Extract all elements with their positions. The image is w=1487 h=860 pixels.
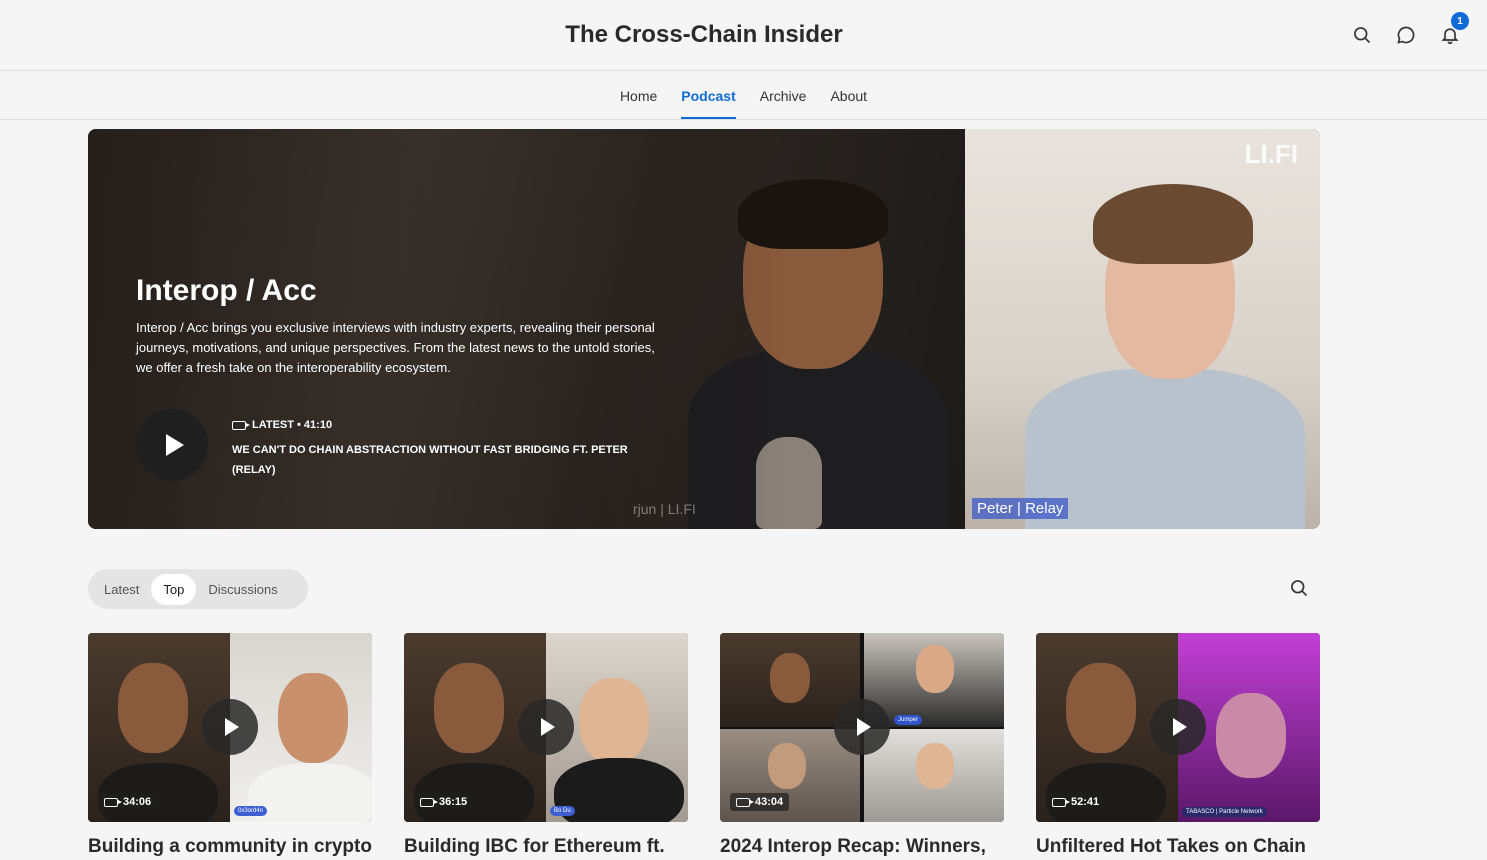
host-name-tag: rjun | LI.FI xyxy=(633,501,696,517)
duration-badge: 52:41 xyxy=(1046,793,1106,811)
notifications-button[interactable]: 1 xyxy=(1437,12,1469,48)
duration-text: 34:06 xyxy=(123,796,152,808)
search-button[interactable] xyxy=(1349,22,1375,48)
episode-grid: 0x3ord4n 34:06 Building a community in c… xyxy=(88,633,1320,858)
play-icon xyxy=(1173,718,1187,736)
latest-episode-info[interactable]: LATEST • 41:10 We can't do chain abstrac… xyxy=(232,419,632,480)
duration-text: 43:04 xyxy=(755,796,784,808)
episode-filter: Latest Top Discussions xyxy=(88,569,308,609)
search-icon xyxy=(1291,580,1308,597)
search-icon xyxy=(1354,27,1371,44)
guest-face xyxy=(916,645,954,693)
tab-home[interactable]: Home xyxy=(620,71,657,119)
site-title[interactable]: The Cross-Chain Insider xyxy=(0,21,1408,49)
main-nav: Home Podcast Archive About xyxy=(0,71,1487,120)
hero-banner[interactable]: LI.FI rjun | LI.FI Peter | Relay Interop… xyxy=(88,129,1320,529)
podcast-description: Interop / Acc brings you exclusive inter… xyxy=(136,320,655,375)
duration-badge: 43:04 xyxy=(730,793,790,811)
guest-shirt xyxy=(248,763,372,822)
notification-badge: 1 xyxy=(1451,12,1469,30)
guest-hair xyxy=(1093,184,1253,264)
play-icon xyxy=(165,434,184,456)
episode-thumbnail[interactable]: 0x3ord4n 34:06 xyxy=(88,633,372,822)
video-camera-icon xyxy=(1052,797,1070,807)
play-button[interactable] xyxy=(518,699,574,755)
episode-card[interactable]: 0x3ord4n 34:06 Building a community in c… xyxy=(88,633,372,858)
episode-title[interactable]: 2024 Interop Recap: Winners, xyxy=(720,836,1004,858)
episode-thumbnail[interactable]: Bo Du 36:15 xyxy=(404,633,688,822)
guest-tag: 0x3ord4n xyxy=(234,806,268,816)
lifi-logo: LI.FI xyxy=(1244,139,1298,169)
guest-tag: TABASCO | Particle Network xyxy=(1182,807,1267,817)
episode-title[interactable]: Building a community in crypto xyxy=(88,836,372,858)
guest-tag: Bo Du xyxy=(550,806,575,816)
host-face xyxy=(1066,663,1136,753)
video-camera-icon xyxy=(232,420,250,430)
top-bar: The Cross-Chain Insider 1 xyxy=(0,0,1487,71)
tab-podcast[interactable]: Podcast xyxy=(681,71,736,119)
video-camera-icon xyxy=(736,797,754,807)
filter-top[interactable]: Top xyxy=(151,573,197,605)
hero-play-button[interactable] xyxy=(136,409,208,481)
guest-face xyxy=(278,673,348,763)
host-face xyxy=(118,663,188,753)
filter-latest[interactable]: Latest xyxy=(92,574,151,605)
video-camera-icon xyxy=(420,797,438,807)
duration-badge: 36:15 xyxy=(414,793,474,811)
episode-thumbnail[interactable]: TABASCO | Particle Network 52:41 xyxy=(1036,633,1320,822)
top-actions: 1 xyxy=(1349,12,1469,48)
play-button[interactable] xyxy=(202,699,258,755)
tab-about[interactable]: About xyxy=(830,71,867,119)
hero-video-right xyxy=(965,129,1320,529)
episode-card[interactable]: TABASCO | Particle Network 52:41 Unfilte… xyxy=(1036,633,1320,858)
play-icon xyxy=(857,718,871,736)
latest-meta: LATEST • 41:10 xyxy=(252,419,333,431)
duration-text: 36:15 xyxy=(439,796,468,808)
tab-archive[interactable]: Archive xyxy=(760,71,807,119)
play-icon xyxy=(541,718,555,736)
guest-tag: Jumper xyxy=(894,715,923,725)
duration-badge: 34:06 xyxy=(98,793,158,811)
guest-face xyxy=(916,743,954,789)
host-face xyxy=(770,653,810,703)
episode-title[interactable]: Unfiltered Hot Takes on Chain xyxy=(1036,836,1320,858)
guest-face xyxy=(579,678,649,763)
episode-card[interactable]: Bo Du 36:15 Building IBC for Ethereum ft… xyxy=(404,633,688,858)
chat-icon xyxy=(1397,26,1415,44)
episode-thumbnail[interactable]: Jumper 43:04 xyxy=(720,633,1004,822)
episode-search-button[interactable] xyxy=(1289,578,1311,600)
video-camera-icon xyxy=(104,797,122,807)
play-button[interactable] xyxy=(834,699,890,755)
episode-title[interactable]: Building IBC for Ethereum ft. xyxy=(404,836,688,858)
host-face xyxy=(434,663,504,753)
guest-face xyxy=(1216,693,1286,778)
guest-name-tag: Peter | Relay xyxy=(972,498,1069,519)
podcast-title: Interop / Acc xyxy=(136,274,317,307)
latest-episode-title[interactable]: We can't do chain abstraction without fa… xyxy=(232,440,632,480)
play-icon xyxy=(225,718,239,736)
episode-card[interactable]: Jumper 43:04 2024 Interop Recap: Winners… xyxy=(720,633,1004,858)
filter-discussions[interactable]: Discussions xyxy=(196,574,289,605)
duration-text: 52:41 xyxy=(1071,796,1100,808)
guest-face xyxy=(768,743,806,789)
chat-button[interactable] xyxy=(1393,22,1419,48)
play-button[interactable] xyxy=(1150,699,1206,755)
